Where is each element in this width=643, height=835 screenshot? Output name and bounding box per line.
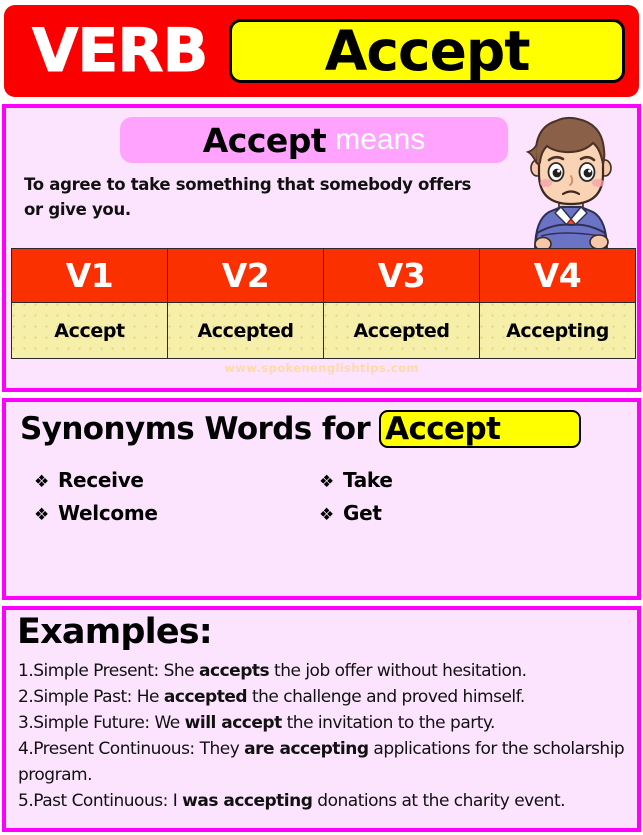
diamond-bullet-icon: ❖ bbox=[319, 472, 334, 492]
example-number: 1. bbox=[18, 661, 34, 681]
diamond-bullet-icon: ❖ bbox=[34, 472, 49, 492]
example-text-before: They bbox=[194, 739, 245, 759]
definition-text: To agree to take something that somebody… bbox=[24, 175, 472, 219]
table-row: Accept Accepted Accepted Accepting bbox=[11, 302, 636, 359]
example-number: 5. bbox=[18, 791, 34, 811]
examples-list: 1.Simple Present: She accepts the job of… bbox=[18, 658, 632, 814]
synonyms-column-left: ❖ Receive ❖ Welcome bbox=[34, 468, 319, 534]
synonyms-heading-text: Synonyms Words for bbox=[20, 411, 371, 447]
category-label: VERB bbox=[31, 16, 208, 86]
synonyms-column-right: ❖ Take ❖ Get bbox=[319, 468, 604, 534]
example-number: 2. bbox=[18, 687, 34, 707]
diamond-bullet-icon: ❖ bbox=[319, 505, 334, 525]
example-text-before: He bbox=[131, 687, 164, 707]
cell-v2: Accepted bbox=[167, 302, 324, 359]
examples-heading: Examples: bbox=[17, 612, 213, 652]
synonym-label: Take bbox=[342, 468, 393, 492]
means-pill-word: Accept bbox=[202, 120, 327, 160]
synonyms-heading: Synonyms Words for Accept bbox=[20, 410, 582, 448]
example-text-before: I bbox=[167, 791, 183, 811]
synonyms-word-chip: Accept bbox=[379, 410, 582, 448]
cell-v3: Accepted bbox=[323, 302, 480, 359]
list-item: ❖ Receive bbox=[34, 468, 319, 492]
column-header-v4: V4 bbox=[479, 248, 636, 303]
example-number: 4. bbox=[18, 739, 34, 759]
example-text-before: She bbox=[158, 661, 200, 681]
synonym-label: Welcome bbox=[57, 501, 158, 525]
list-item: ❖ Get bbox=[319, 501, 604, 525]
example-verb-form: was accepting bbox=[182, 791, 313, 811]
example-sentence: 2.Simple Past: He accepted the challenge… bbox=[18, 684, 632, 710]
means-pill: Accept means bbox=[120, 117, 508, 163]
header-bar: VERB Accept bbox=[4, 5, 639, 97]
example-text-before: We bbox=[149, 713, 185, 733]
example-text-after: the invitation to the party. bbox=[281, 713, 496, 733]
column-header-v3: V3 bbox=[323, 248, 480, 303]
column-header-v1: V1 bbox=[11, 248, 168, 303]
list-item: ❖ Welcome bbox=[34, 501, 319, 525]
examples-panel: Examples: 1.Simple Present: She accepts … bbox=[2, 606, 641, 832]
example-text-after: the job offer without hesitation. bbox=[269, 661, 527, 681]
synonyms-panel: Synonyms Words for Accept ❖ Receive ❖ We… bbox=[2, 398, 641, 600]
means-pill-suffix: means bbox=[335, 123, 426, 156]
example-verb-form: are accepting bbox=[244, 739, 369, 759]
example-verb-form: accepts bbox=[199, 661, 270, 681]
table-header-row: V1 V2 V3 V4 bbox=[11, 248, 636, 303]
cell-v1: Accept bbox=[11, 302, 168, 359]
example-tense-label: Past Continuous: bbox=[33, 791, 168, 811]
synonyms-lists: ❖ Receive ❖ Welcome ❖ Take ❖ Get bbox=[34, 468, 614, 534]
example-text-after: the challenge and proved himself. bbox=[247, 687, 525, 707]
synonym-label: Get bbox=[342, 501, 382, 525]
example-sentence: 5.Past Continuous: I was accepting donat… bbox=[18, 788, 632, 814]
meaning-panel: Accept means To agree to take something … bbox=[2, 104, 641, 392]
example-verb-form: accepted bbox=[163, 687, 248, 707]
cell-v4: Accepting bbox=[479, 302, 636, 359]
column-header-v2: V2 bbox=[167, 248, 324, 303]
diamond-bullet-icon: ❖ bbox=[34, 505, 49, 525]
watermark: www.spokenenglishtips.com bbox=[224, 361, 419, 375]
word-chip-text: Accept bbox=[324, 18, 531, 83]
example-verb-form: will accept bbox=[184, 713, 283, 733]
example-tense-label: Present Continuous: bbox=[33, 739, 195, 759]
example-number: 3. bbox=[18, 713, 34, 733]
example-text-after: donations at the charity event. bbox=[312, 791, 566, 811]
synonyms-word-chip-text: Accept bbox=[385, 411, 501, 447]
list-item: ❖ Take bbox=[319, 468, 604, 492]
cartoon-man-thinking-icon bbox=[525, 116, 612, 250]
example-sentence: 1.Simple Present: She accepts the job of… bbox=[18, 658, 632, 684]
example-tense-label: Simple Present: bbox=[33, 661, 159, 681]
word-chip: Accept bbox=[229, 19, 625, 83]
synonym-label: Receive bbox=[57, 468, 144, 492]
example-sentence: 3.Simple Future: We will accept the invi… bbox=[18, 710, 632, 736]
verb-forms-table: V1 V2 V3 V4 Accept Accepted Accepted Acc… bbox=[11, 248, 636, 359]
example-tense-label: Simple Future: bbox=[33, 713, 150, 733]
infographic-page: VERB Accept Accept means To agree to tak… bbox=[0, 0, 643, 835]
example-tense-label: Simple Past: bbox=[33, 687, 132, 707]
example-sentence: 4.Present Continuous: They are accepting… bbox=[18, 736, 632, 788]
